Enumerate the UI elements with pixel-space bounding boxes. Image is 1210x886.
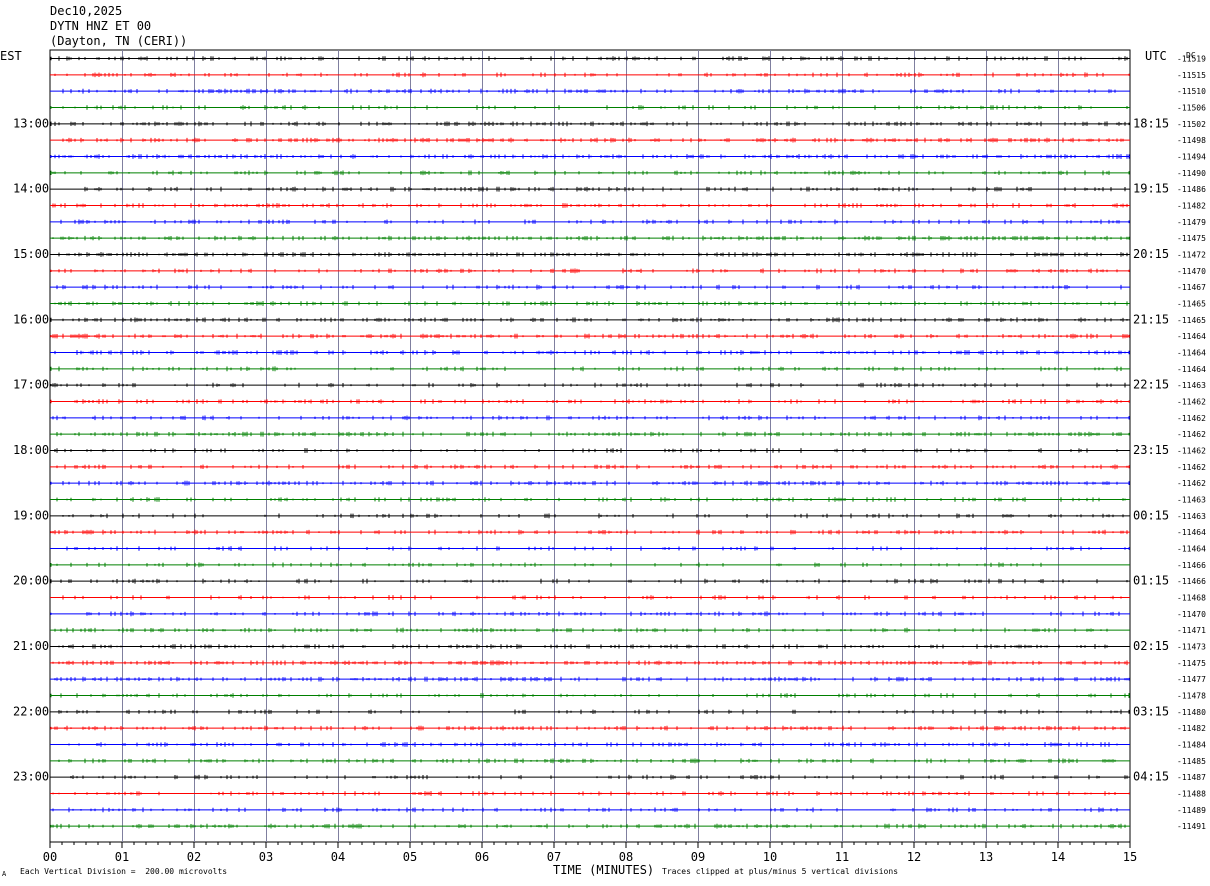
scale-note: Each Vertical Division = 200.00 microvol… — [20, 867, 228, 876]
dc-offset-label: -11464 — [1177, 545, 1206, 554]
x-tick-label: 04 — [331, 850, 345, 864]
x-tick-label: 06 — [475, 850, 489, 864]
right-hour-label: 19:15 — [1133, 182, 1169, 196]
x-tick-label: 14 — [1051, 850, 1065, 864]
dc-offset-label: -11484 — [1177, 741, 1206, 750]
x-tick-label: 05 — [403, 850, 417, 864]
x-tick-label: 03 — [259, 850, 273, 864]
left-hour-label: 18:00 — [13, 443, 49, 457]
dc-offset-label: -11490 — [1177, 169, 1206, 178]
x-axis-title: TIME (MINUTES) — [553, 863, 655, 877]
left-hour-label: 13:00 — [13, 116, 49, 130]
x-tick-label: 15 — [1123, 850, 1137, 864]
left-timezone-label: EST — [0, 49, 22, 63]
right-hour-label: 22:15 — [1133, 378, 1169, 392]
dc-offset-label: -11464 — [1177, 365, 1206, 374]
dc-offset-label: -11475 — [1177, 234, 1206, 243]
dc-offset-label: -11472 — [1177, 251, 1206, 260]
x-tick-label: 09 — [691, 850, 705, 864]
dc-offset-label: -11462 — [1177, 398, 1206, 407]
dc-header-label: DC — [1186, 51, 1196, 60]
x-tick-label: 13 — [979, 850, 993, 864]
right-hour-label: 20:15 — [1133, 247, 1169, 261]
right-hour-label: 18:15 — [1133, 116, 1169, 130]
dc-offset-label: -11465 — [1177, 300, 1206, 309]
clip-note: Traces clipped at plus/minus 5 vertical … — [662, 867, 899, 876]
dc-offset-label: -11475 — [1177, 659, 1206, 668]
dc-offset-label: -11478 — [1177, 692, 1206, 701]
dc-offset-label: -11498 — [1177, 136, 1206, 145]
dc-offset-label: -11462 — [1177, 479, 1206, 488]
left-hour-label: 17:00 — [13, 378, 49, 392]
left-hour-label: 14:00 — [13, 182, 49, 196]
dc-offset-label: -11467 — [1177, 283, 1206, 292]
dc-offset-label: -11491 — [1177, 822, 1206, 831]
right-hour-label: 23:15 — [1133, 443, 1169, 457]
dc-offset-label: -11510 — [1177, 87, 1206, 96]
right-hour-label: 04:15 — [1133, 770, 1169, 784]
dc-offset-label: -11482 — [1177, 724, 1206, 733]
dc-offset-label: -11482 — [1177, 202, 1206, 211]
x-tick-label: 12 — [907, 850, 921, 864]
dc-offset-label: -11477 — [1177, 675, 1206, 684]
dc-offset-label: -11464 — [1177, 332, 1206, 341]
plot-frame — [49, 49, 1131, 843]
left-hour-label: 20:00 — [13, 574, 49, 588]
dc-offset-label: -11464 — [1177, 349, 1206, 358]
trace-noise — [50, 611, 1120, 617]
dc-offset-label: -11463 — [1177, 381, 1206, 390]
dc-offset-label: -11470 — [1177, 267, 1206, 276]
x-tick-label: 08 — [619, 850, 633, 864]
helicorder-plot: -11519-11515-11510-11506-11502-11498-114… — [0, 49, 1206, 864]
right-hour-label: 01:15 — [1133, 574, 1169, 588]
dc-offset-label: -11486 — [1177, 185, 1206, 194]
right-timezone-label: UTC — [1145, 49, 1167, 63]
dc-offset-label: -11463 — [1177, 496, 1206, 505]
dc-offset-label: -11494 — [1177, 153, 1206, 162]
dc-offset-label: -11480 — [1177, 708, 1206, 717]
left-hour-label: 15:00 — [13, 247, 49, 261]
dc-offset-label: -11489 — [1177, 806, 1206, 815]
dc-offset-label: -11462 — [1177, 447, 1206, 456]
dc-offset-label: -11462 — [1177, 463, 1206, 472]
right-hour-label: 00:15 — [1133, 508, 1169, 522]
dc-offset-label: -11487 — [1177, 773, 1206, 782]
dc-offset-label: -11473 — [1177, 643, 1206, 652]
left-hour-label: 21:00 — [13, 639, 49, 653]
dc-offset-label: -11464 — [1177, 528, 1206, 537]
x-tick-label: 11 — [835, 850, 849, 864]
dc-offset-label: -11488 — [1177, 790, 1206, 799]
dc-offset-label: -11502 — [1177, 120, 1206, 129]
dc-offset-label: -11465 — [1177, 316, 1206, 325]
dc-offset-label: -11466 — [1177, 577, 1206, 586]
right-hour-label: 03:15 — [1133, 704, 1169, 718]
x-tick-label: 01 — [115, 850, 129, 864]
dc-offset-label: -11462 — [1177, 414, 1206, 423]
x-tick-label: 00 — [43, 850, 57, 864]
dc-offset-label: -11515 — [1177, 71, 1206, 80]
left-hour-label: 23:00 — [13, 770, 49, 784]
corner-mark: A — [2, 870, 7, 878]
right-hour-label: 21:15 — [1133, 312, 1169, 326]
x-tick-label: 07 — [547, 850, 561, 864]
left-hour-label: 22:00 — [13, 704, 49, 718]
x-tick-label: 10 — [763, 850, 777, 864]
dc-offset-label: -11485 — [1177, 757, 1206, 766]
left-hour-label: 19:00 — [13, 508, 49, 522]
dc-offset-label: -11479 — [1177, 218, 1206, 227]
dc-offset-label: -11462 — [1177, 430, 1206, 439]
right-hour-label: 02:15 — [1133, 639, 1169, 653]
dc-offset-label: -11468 — [1177, 594, 1206, 603]
x-tick-label: 02 — [187, 850, 201, 864]
dc-offset-label: -11466 — [1177, 561, 1206, 570]
dc-offset-label: -11463 — [1177, 512, 1206, 521]
dc-offset-label: -11470 — [1177, 610, 1206, 619]
dc-offset-label: -11471 — [1177, 626, 1206, 635]
left-hour-label: 16:00 — [13, 312, 49, 326]
dc-offset-label: -11506 — [1177, 104, 1206, 113]
